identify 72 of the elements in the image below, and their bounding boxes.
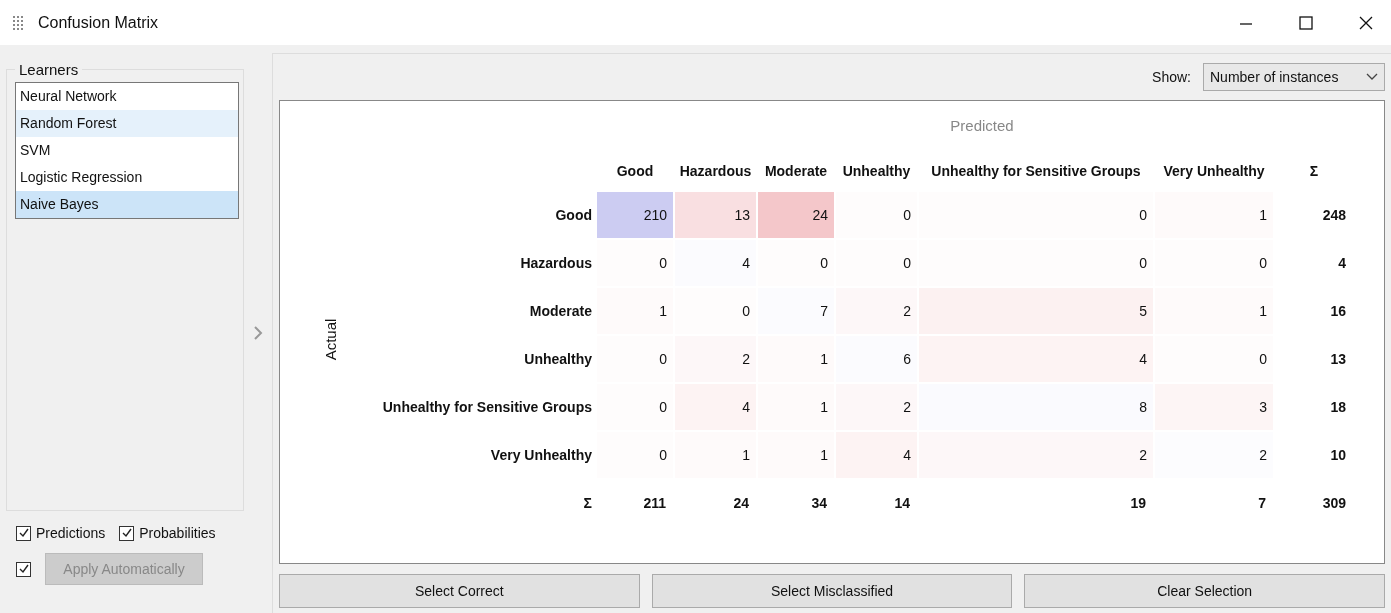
show-dropdown[interactable]: Number of instances bbox=[1203, 63, 1385, 91]
column-header: Very Unhealthy bbox=[1163, 163, 1265, 179]
matrix-cell[interactable]: 4 bbox=[675, 240, 756, 286]
checkbox-label: Predictions bbox=[36, 525, 106, 541]
row-sum: 13 bbox=[1330, 351, 1346, 367]
matrix-cell[interactable]: 1 bbox=[597, 288, 673, 334]
group-title: Learners bbox=[18, 61, 80, 78]
matrix-cell[interactable]: 2 bbox=[919, 432, 1153, 478]
matrix-cell[interactable]: 2 bbox=[836, 288, 917, 334]
row-header: Good bbox=[555, 207, 592, 223]
axis-label: Predicted bbox=[950, 117, 1014, 134]
row-sum: 4 bbox=[1338, 255, 1346, 271]
axis-label: Actual bbox=[322, 318, 340, 360]
column-header: Unhealthy bbox=[842, 163, 911, 179]
column-sum: 24 bbox=[733, 495, 749, 511]
matrix-cell[interactable]: 1 bbox=[758, 336, 834, 382]
matrix-cell[interactable]: 5 bbox=[919, 288, 1153, 334]
row-sum: 10 bbox=[1330, 447, 1346, 463]
select-button[interactable]: Clear Selection bbox=[1024, 574, 1385, 608]
sum-header: Σ bbox=[583, 495, 592, 511]
show-label: Show: bbox=[1152, 69, 1191, 85]
matrix-cell[interactable]: 1 bbox=[758, 432, 834, 478]
row-sum: 248 bbox=[1322, 207, 1346, 223]
checkbox[interactable] bbox=[16, 525, 31, 541]
matrix-cell[interactable]: 210 bbox=[597, 192, 673, 238]
maximize-icon[interactable] bbox=[1299, 15, 1313, 30]
list-item[interactable]: SVM bbox=[16, 137, 238, 164]
matrix-cell[interactable]: 7 bbox=[758, 288, 834, 334]
row-header: Hazardous bbox=[520, 255, 592, 271]
select-button[interactable]: Select Correct bbox=[279, 574, 640, 608]
column-sum: 19 bbox=[1130, 495, 1146, 511]
list-item[interactable]: Logistic Regression bbox=[16, 164, 238, 191]
matrix-cell[interactable]: 3 bbox=[1155, 384, 1273, 430]
checkbox-label: Probabilities bbox=[139, 525, 216, 541]
matrix-cell[interactable]: 6 bbox=[836, 336, 917, 382]
matrix-cell[interactable]: 2 bbox=[675, 336, 756, 382]
row-header: Unhealthy bbox=[524, 351, 592, 367]
column-sum: 34 bbox=[811, 495, 827, 511]
column-sum: 211 bbox=[643, 495, 666, 511]
checkbox[interactable] bbox=[119, 525, 135, 541]
column-header: Moderate bbox=[764, 163, 828, 179]
matrix-cell[interactable]: 2 bbox=[836, 384, 917, 430]
row-sum: 16 bbox=[1330, 303, 1346, 319]
list-item[interactable]: Naive Bayes bbox=[16, 191, 238, 218]
row-header: Unhealthy for Sensitive Groups bbox=[382, 399, 592, 415]
row-header: Moderate bbox=[529, 303, 592, 319]
matrix-cell[interactable]: 4 bbox=[919, 336, 1153, 382]
row-sum: 18 bbox=[1330, 399, 1346, 415]
column-header: Good bbox=[616, 163, 654, 179]
row-header: Very Unhealthy bbox=[490, 447, 592, 463]
matrix-cell[interactable]: 1 bbox=[1155, 192, 1273, 238]
list-item[interactable]: Random Forest bbox=[16, 110, 238, 137]
column-header: Hazardous bbox=[679, 163, 752, 179]
matrix-cell[interactable]: 4 bbox=[675, 384, 756, 430]
close-icon[interactable] bbox=[1359, 15, 1373, 30]
window-title: Confusion Matrix bbox=[38, 13, 159, 32]
matrix-cell[interactable]: 24 bbox=[758, 192, 834, 238]
matrix-cell[interactable]: 1 bbox=[1155, 288, 1273, 334]
column-sum: 7 bbox=[1258, 495, 1266, 511]
app-icon bbox=[12, 15, 26, 30]
matrix-cell[interactable]: 1 bbox=[758, 384, 834, 430]
matrix-cell[interactable]: 1 bbox=[675, 432, 756, 478]
sum-header: Σ bbox=[1309, 163, 1319, 179]
matrix-cell[interactable]: 4 bbox=[836, 432, 917, 478]
column-header: Unhealthy for Sensitive Groups bbox=[931, 163, 1141, 179]
matrix-cell[interactable]: 13 bbox=[675, 192, 756, 238]
chevron-down-icon bbox=[1366, 73, 1378, 81]
matrix-cell[interactable]: 8 bbox=[919, 384, 1153, 430]
select-button[interactable]: Select Misclassified bbox=[651, 574, 1013, 608]
column-sum: 14 bbox=[894, 495, 910, 511]
total-sum: 309 bbox=[1322, 495, 1346, 511]
list-item[interactable]: Neural Network bbox=[16, 83, 238, 110]
